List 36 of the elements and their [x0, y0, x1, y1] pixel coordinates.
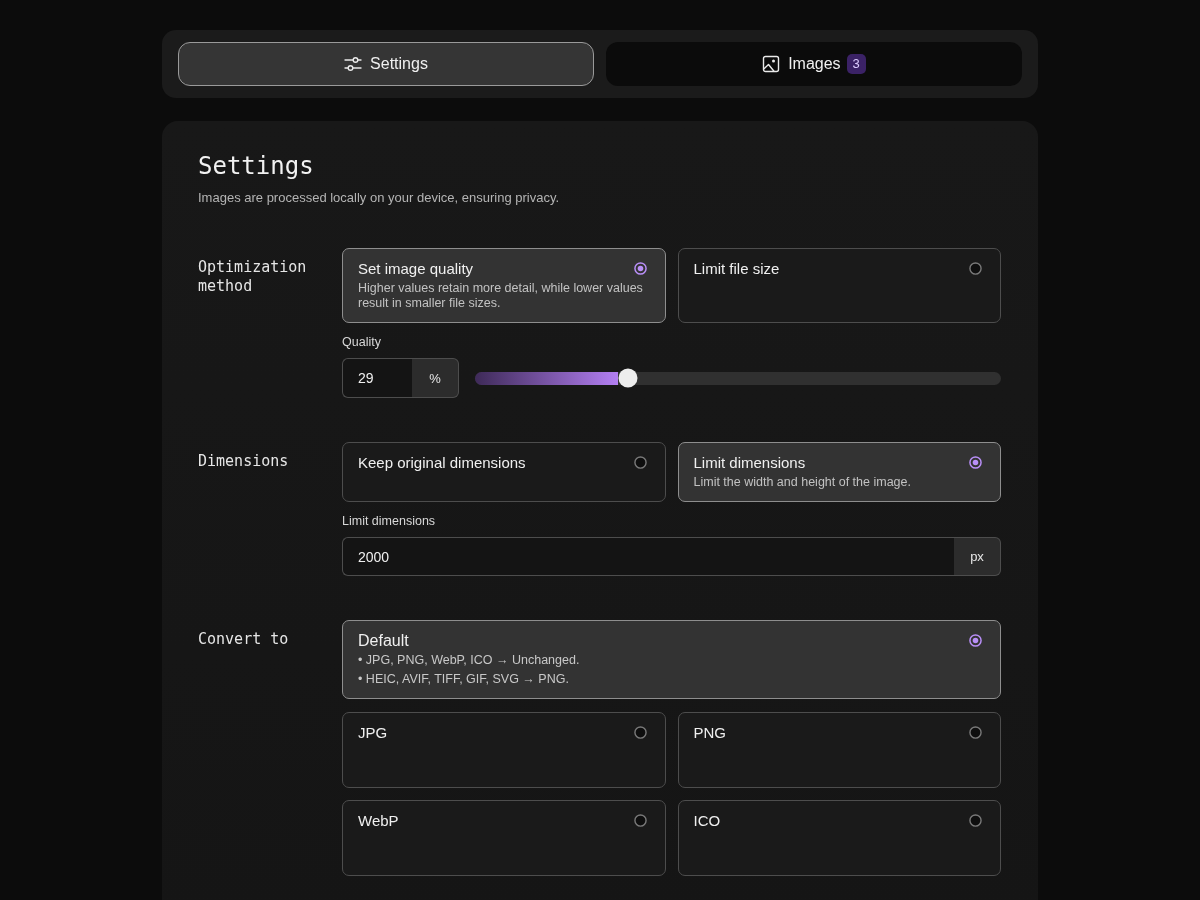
option-title: Set image quality	[358, 259, 474, 278]
slider-handle[interactable]	[618, 368, 638, 388]
image-icon	[762, 55, 781, 73]
option-title: PNG	[693, 723, 726, 742]
section-label: Optimization method	[198, 258, 308, 296]
option-note: • JPG, PNG, WebP, ICO → Unchanged.	[358, 652, 580, 669]
section-label: Dimensions	[198, 452, 290, 471]
tab[interactable]: Settings	[178, 42, 594, 86]
option-description: Limit the width and height of the image.	[693, 475, 912, 490]
count-badge: 3	[846, 54, 866, 74]
panel-title: Settings	[198, 151, 314, 181]
slider-track[interactable]	[475, 371, 1001, 385]
option-card[interactable]: Limit dimensions Limit the width and height of the image.	[677, 442, 1001, 502]
option-title: Limit file size	[693, 259, 780, 278]
option-title: WebP	[358, 811, 399, 830]
panel-subtitle: Images are processed locally on your device, ensuring privacy.	[198, 190, 560, 206]
section-label: Convert to	[198, 630, 290, 649]
field-label: Limit dimensions	[342, 513, 436, 529]
option-title: JPG	[358, 723, 388, 742]
option-card[interactable]: Limit file size	[677, 248, 1001, 323]
option-card[interactable]: PNG	[677, 712, 1001, 788]
option-title: ICO	[693, 811, 721, 830]
option-title: Keep original dimensions	[358, 453, 526, 472]
option-card[interactable]: JPG	[342, 712, 666, 788]
tab[interactable]: Images 3	[606, 42, 1022, 86]
option-note: • HEIC, AVIF, TIFF, GIF, SVG → PNG.	[358, 671, 569, 688]
field-label: Quality	[342, 334, 381, 350]
option-card[interactable]: ICO	[677, 800, 1001, 876]
option-card[interactable]: WebP	[342, 800, 666, 876]
option-card[interactable]: Set image quality Higher values retain more detail, while lower values result in smaller file sizes.	[342, 248, 666, 323]
option-card[interactable]: Keep original dimensions	[342, 442, 666, 502]
sliders-icon	[344, 55, 363, 73]
option-description: Higher values retain more detail, while lower values result in smaller file sizes.	[358, 281, 644, 311]
option-title: Default	[358, 631, 409, 650]
option-card[interactable]: Default • JPG, PNG, WebP, ICO → Unchanged. • HEIC, AVIF, TIFF, GIF, SVG → PNG.	[342, 620, 1001, 699]
option-title: Limit dimensions	[693, 453, 806, 472]
